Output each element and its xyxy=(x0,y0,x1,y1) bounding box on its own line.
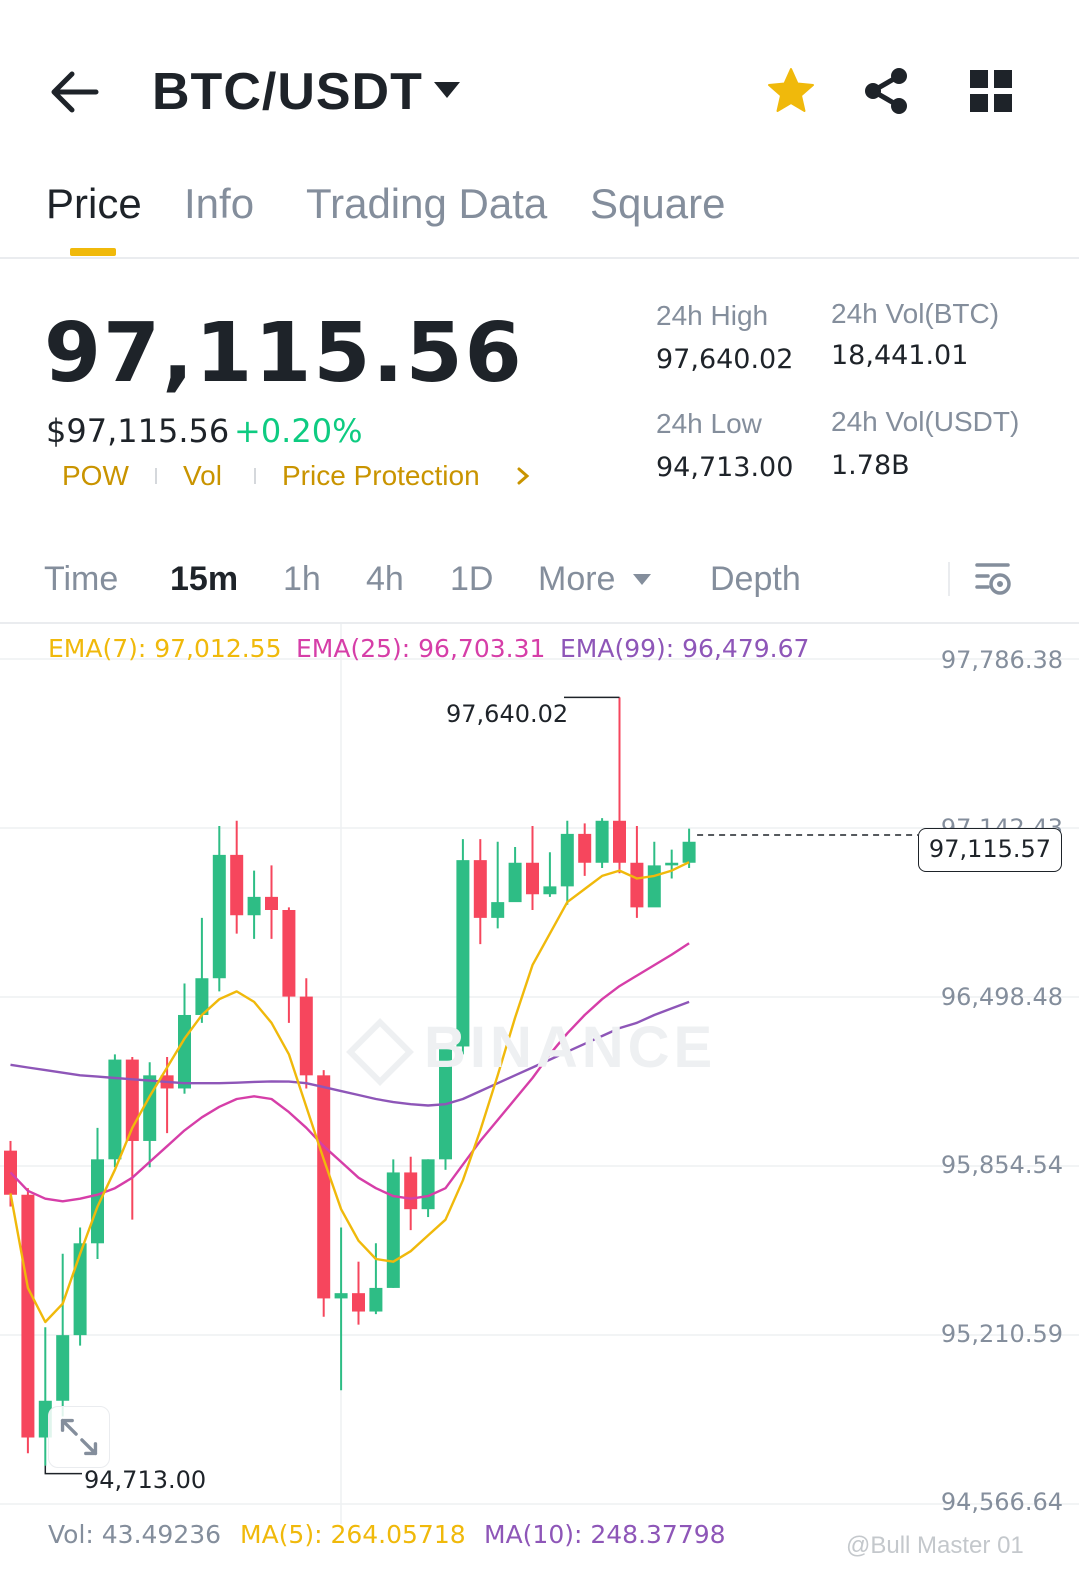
y-tick-label: 95,854.54 xyxy=(940,1151,1063,1179)
stat-low-value: 94,713.00 xyxy=(656,452,794,483)
active-tab-indicator xyxy=(70,248,116,256)
chart-settings-icon[interactable] xyxy=(974,560,1014,598)
stat-high-value: 97,640.02 xyxy=(656,344,794,375)
current-price-marker: 97,115.57 xyxy=(918,828,1062,872)
tab-info[interactable]: Info xyxy=(184,180,254,228)
star-icon[interactable] xyxy=(766,66,816,116)
stat-vol-usdt-value: 1.78B xyxy=(831,450,910,481)
toolbar-separator xyxy=(948,562,950,596)
stat-vol-btc-value: 18,441.01 xyxy=(831,340,969,371)
candle-body xyxy=(560,833,574,887)
tag-pow[interactable]: POW xyxy=(62,460,129,492)
watermark-text: BINANCE xyxy=(424,1015,717,1080)
candle-body xyxy=(21,1194,35,1438)
candle-body xyxy=(352,1293,365,1312)
candle-body xyxy=(473,860,487,918)
pair-title[interactable]: BTC/USDT xyxy=(152,62,423,122)
candle-body xyxy=(630,862,644,908)
grid-icon[interactable] xyxy=(970,70,1012,112)
candle-body xyxy=(56,1335,70,1401)
interval-1d[interactable]: 1D xyxy=(450,560,493,599)
candle-body xyxy=(247,896,261,916)
expand-icon xyxy=(60,1418,98,1456)
candle-body xyxy=(282,909,296,997)
candle-body xyxy=(508,862,522,903)
candle-body xyxy=(334,1293,348,1299)
candle-body xyxy=(491,902,505,918)
tag-separator xyxy=(155,468,157,484)
candle-body xyxy=(526,862,539,895)
y-tick-label: 96,498.48 xyxy=(940,983,1063,1011)
high-price-marker: 97,640.02 xyxy=(446,700,569,728)
depth-tab[interactable]: Depth xyxy=(710,560,801,599)
author-credit: @Bull Master 01 xyxy=(846,1532,1024,1559)
binance-logo-icon xyxy=(346,1017,414,1086)
ema25-legend: EMA(25): 96,703.31 xyxy=(296,634,546,663)
volume-ma5-legend: MA(5): 264.05718 xyxy=(240,1520,466,1549)
price-change-percent: +0.20% xyxy=(234,412,363,450)
candle-body xyxy=(265,896,278,910)
last-price: 97,115.56 xyxy=(44,306,524,401)
tab-price[interactable]: Price xyxy=(46,180,142,228)
candle-body xyxy=(230,854,244,916)
low-price-marker: 94,713.00 xyxy=(84,1466,207,1494)
candle-body xyxy=(91,1159,104,1244)
tab-square[interactable]: Square xyxy=(590,180,725,228)
stat-high-label: 24h High xyxy=(656,300,769,331)
back-arrow-icon[interactable] xyxy=(48,68,100,116)
interval-15m[interactable]: 15m xyxy=(170,560,238,599)
interval-time[interactable]: Time xyxy=(44,560,118,599)
volume-legend: Vol: 43.49236 xyxy=(48,1520,222,1549)
candle-body xyxy=(682,841,696,863)
candle-body xyxy=(212,854,226,979)
share-icon[interactable] xyxy=(862,66,910,116)
caret-down-icon[interactable] xyxy=(632,572,652,586)
candle-body xyxy=(143,1075,157,1141)
candle-body xyxy=(578,833,592,863)
candle-body xyxy=(317,1075,331,1299)
tab-trading-data[interactable]: Trading Data xyxy=(306,180,547,228)
y-tick-label: 95,210.59 xyxy=(940,1320,1063,1348)
candle-body xyxy=(108,1059,122,1160)
stat-low-label: 24h Low xyxy=(656,408,762,439)
candle-body xyxy=(299,996,313,1076)
caret-down-icon[interactable] xyxy=(432,78,462,102)
stat-vol-usdt-label: 24h Vol(USDT) xyxy=(831,406,1020,437)
candle-body xyxy=(543,886,557,895)
y-tick-label: 94,566.64 xyxy=(940,1488,1063,1516)
candle-body xyxy=(404,1172,418,1210)
tag-separator xyxy=(254,468,256,484)
candle-body xyxy=(665,862,679,866)
candle-body xyxy=(613,820,626,863)
tag-vol[interactable]: Vol xyxy=(183,460,222,492)
candle-body xyxy=(421,1159,435,1210)
usd-price: $97,115.56 xyxy=(46,412,230,450)
ema7-legend: EMA(7): 97,012.55 xyxy=(48,634,282,663)
tag-price-protection[interactable]: Price Protection xyxy=(282,460,480,492)
volume-ma10-legend: MA(10): 248.37798 xyxy=(484,1520,726,1549)
fullscreen-button[interactable] xyxy=(48,1406,110,1468)
binance-watermark: BINANCE xyxy=(346,1014,717,1086)
stat-vol-btc-label: 24h Vol(BTC) xyxy=(831,298,1000,329)
candle-body xyxy=(595,820,609,863)
interval-more[interactable]: More xyxy=(538,560,615,599)
chevron-right-icon[interactable] xyxy=(516,466,530,486)
interval-1h[interactable]: 1h xyxy=(283,560,321,599)
y-tick-label: 97,786.38 xyxy=(940,646,1063,674)
candle-body xyxy=(647,865,661,908)
candle-body xyxy=(369,1287,383,1312)
ema99-legend: EMA(99): 96,479.67 xyxy=(560,634,810,663)
interval-4h[interactable]: 4h xyxy=(366,560,404,599)
candle-body xyxy=(386,1172,400,1288)
candle-body xyxy=(178,1014,191,1089)
divider xyxy=(0,257,1079,259)
